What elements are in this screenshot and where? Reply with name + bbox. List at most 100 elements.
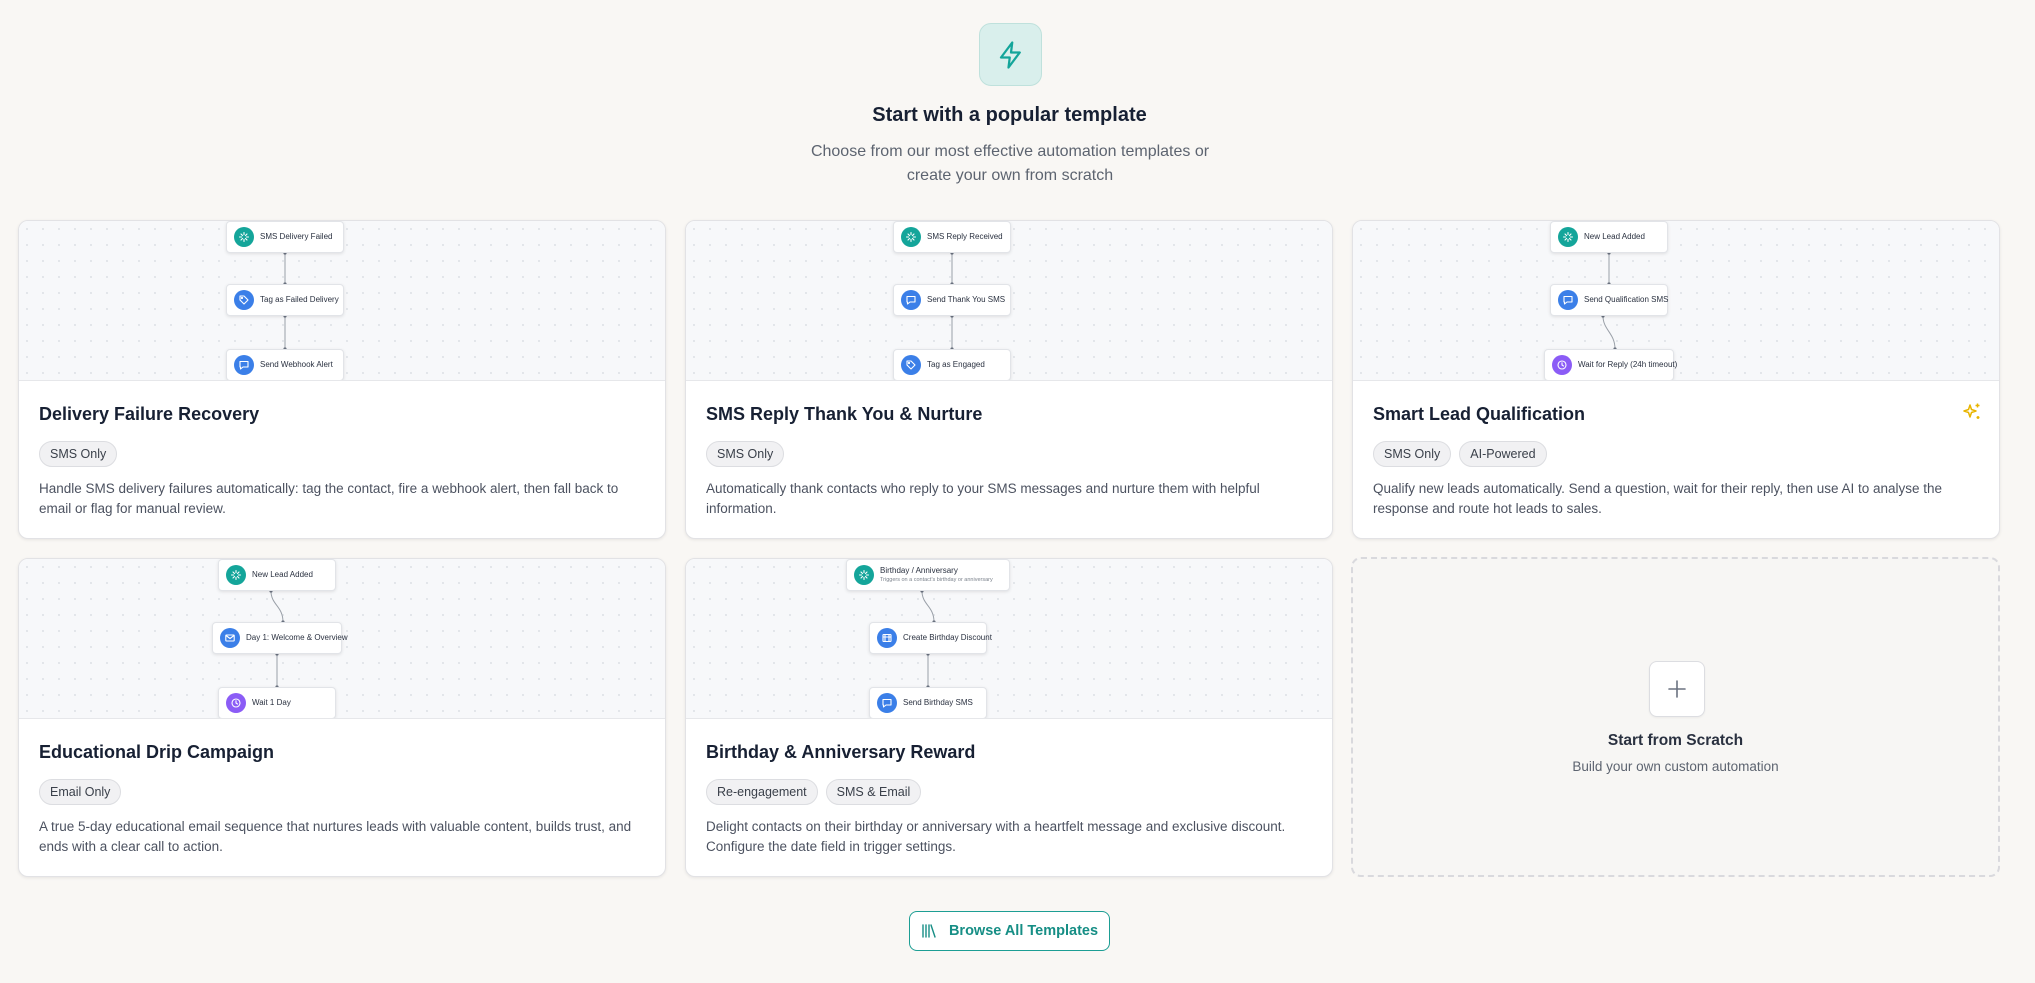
node-text: Send Thank You SMS — [927, 295, 1005, 305]
workflow-node: SMS Delivery Failed — [226, 221, 344, 253]
scratch-subtitle: Build your own custom automation — [1572, 759, 1779, 774]
tag-icon — [901, 355, 921, 375]
workflow-node: Create Birthday Discount — [869, 622, 992, 654]
template-description: A true 5-day educational email sequence … — [39, 819, 632, 854]
workflow-node: Day 1: Welcome & Overview — [212, 622, 348, 654]
node-text: Tag as Failed Delivery — [260, 295, 339, 305]
node-sublabel: Triggers on a contact's birthday or anni… — [880, 577, 993, 583]
template-description: Qualify new leads automatically. Send a … — [1373, 481, 1943, 516]
workflow-node: Send Qualification SMS — [1550, 284, 1669, 316]
trigger-icon — [226, 565, 246, 585]
channel-badge: SMS Only — [1373, 441, 1452, 467]
browse-all-templates-button[interactable]: Browse All Templates — [909, 911, 1110, 951]
workflow-connectors — [1601, 251, 1617, 351]
node-text: Wait for Reply (24h timeout) — [1578, 360, 1677, 370]
workflow-preview: Birthday / Anniversary Triggers on a cont… — [686, 559, 1332, 719]
workflow-node: Send Thank You SMS — [893, 284, 1011, 316]
badge-list: SMS Only AI-Powered — [1373, 441, 1547, 467]
template-card[interactable]: SMS Reply Received Send Thank You SMS Tag … — [685, 220, 1333, 539]
node-text: Tag as Engaged — [927, 360, 985, 370]
trigger-icon — [854, 565, 874, 585]
workflow-preview: New Lead Added Send Qualification SMS Wait… — [1353, 221, 1999, 381]
trigger-icon — [234, 227, 254, 247]
node-label: SMS Reply Received — [927, 232, 1003, 241]
node-label: New Lead Added — [252, 570, 313, 579]
template-title: Smart Lead Qualification — [1373, 404, 1586, 424]
template-card[interactable]: New Lead Added Day 1: Welcome & Overview W… — [18, 558, 666, 877]
node-text: Send Qualification SMS — [1584, 295, 1669, 305]
workflow-node: SMS Reply Received — [893, 221, 1011, 253]
workflow-node: New Lead Added — [218, 559, 336, 591]
node-text: New Lead Added — [1584, 232, 1645, 242]
page-title: Start with a popular template — [872, 104, 1147, 126]
node-label: Wait for Reply (24h timeout) — [1578, 360, 1678, 369]
message-icon — [234, 355, 254, 375]
node-label: Send Webhook Alert — [260, 360, 333, 369]
node-label: Tag as Failed Delivery — [260, 295, 339, 304]
channel-badge: SMS Only — [39, 441, 118, 467]
workflow-connector — [921, 590, 935, 623]
node-label: Create Birthday Discount — [903, 633, 992, 642]
node-label: Day 1: Welcome & Overview — [246, 633, 348, 642]
node-label: Send Qualification SMS — [1584, 295, 1669, 304]
mail-icon — [220, 628, 240, 648]
workflow-node: Wait for Reply (24h timeout) — [1544, 349, 1677, 380]
badge-list: SMS Only — [39, 441, 118, 467]
template-description: Handle SMS delivery failures automatical… — [39, 481, 619, 516]
workflow-node: Send Birthday SMS — [869, 687, 987, 718]
node-text: Create Birthday Discount — [903, 633, 992, 643]
workflow-node: Birthday / Anniversary Triggers on a cont… — [846, 559, 1010, 591]
template-title: Educational Drip Campaign — [39, 742, 275, 762]
workflow-node: Tag as Failed Delivery — [226, 284, 344, 316]
node-label: Send Birthday SMS — [903, 698, 973, 707]
browse-button-label: Browse All Templates — [948, 923, 1099, 939]
node-text: Wait 1 Day — [252, 698, 291, 708]
template-description: Automatically thank contacts who reply t… — [706, 481, 1260, 516]
node-text: Send Webhook Alert — [260, 360, 333, 370]
library-icon — [922, 924, 936, 938]
clock-icon — [1552, 355, 1572, 375]
channel-badge: Email Only — [39, 779, 122, 805]
workflow-preview: SMS Reply Received Send Thank You SMS Tag … — [686, 221, 1332, 381]
message-icon — [1558, 290, 1578, 310]
scratch-title: Start from Scratch — [1607, 732, 1744, 749]
message-icon — [901, 290, 921, 310]
message-icon — [877, 693, 897, 713]
tag-icon — [234, 290, 254, 310]
node-text: SMS Reply Received — [927, 232, 1003, 242]
workflow-connector — [270, 590, 284, 623]
workflow-node: Wait 1 Day — [218, 687, 336, 718]
clock-icon — [226, 693, 246, 713]
template-card[interactable]: SMS Delivery Failed Tag as Failed Deliver… — [18, 220, 666, 539]
node-label: Tag as Engaged — [927, 360, 985, 369]
node-text: Day 1: Welcome & Overview — [246, 633, 348, 643]
badge-list: Email Only — [39, 779, 122, 805]
channel-badge: SMS & Email — [825, 779, 922, 805]
badge-list: SMS Only — [706, 441, 785, 467]
workflow-node: New Lead Added — [1550, 221, 1668, 253]
node-label: Birthday / Anniversary — [880, 566, 958, 575]
page-subtitle: Choose from our most effective automatio… — [810, 143, 1210, 184]
sparkle-icon — [1961, 401, 1983, 428]
trigger-icon — [901, 227, 921, 247]
node-label: New Lead Added — [1584, 232, 1645, 241]
node-label: SMS Delivery Failed — [260, 232, 333, 241]
workflow-connector — [1602, 315, 1616, 350]
node-label: Wait 1 Day — [252, 698, 291, 707]
node-text: Birthday / Anniversary Triggers on a cont… — [880, 566, 993, 584]
workflow-node: Send Webhook Alert — [226, 349, 344, 380]
template-title: SMS Reply Thank You & Nurture — [706, 404, 983, 424]
node-text: SMS Delivery Failed — [260, 232, 332, 242]
start-from-scratch-card[interactable]: Start from Scratch Build your own custom… — [1351, 557, 2000, 877]
trigger-icon — [1558, 227, 1578, 247]
workflow-node: Tag as Engaged — [893, 349, 1011, 380]
template-title: Birthday & Anniversary Reward — [706, 742, 976, 762]
plus-icon — [1649, 661, 1705, 717]
node-text: Send Birthday SMS — [903, 698, 973, 708]
channel-badge: AI-Powered — [1459, 441, 1547, 467]
badge-list: Re-engagement SMS & Email — [706, 779, 922, 805]
lightning-bolt-icon — [979, 23, 1042, 86]
template-card[interactable]: Birthday / Anniversary Triggers on a cont… — [685, 558, 1333, 877]
template-card[interactable]: New Lead Added Send Qualification SMS Wait… — [1352, 220, 2000, 539]
workflow-preview: SMS Delivery Failed Tag as Failed Deliver… — [19, 221, 665, 381]
